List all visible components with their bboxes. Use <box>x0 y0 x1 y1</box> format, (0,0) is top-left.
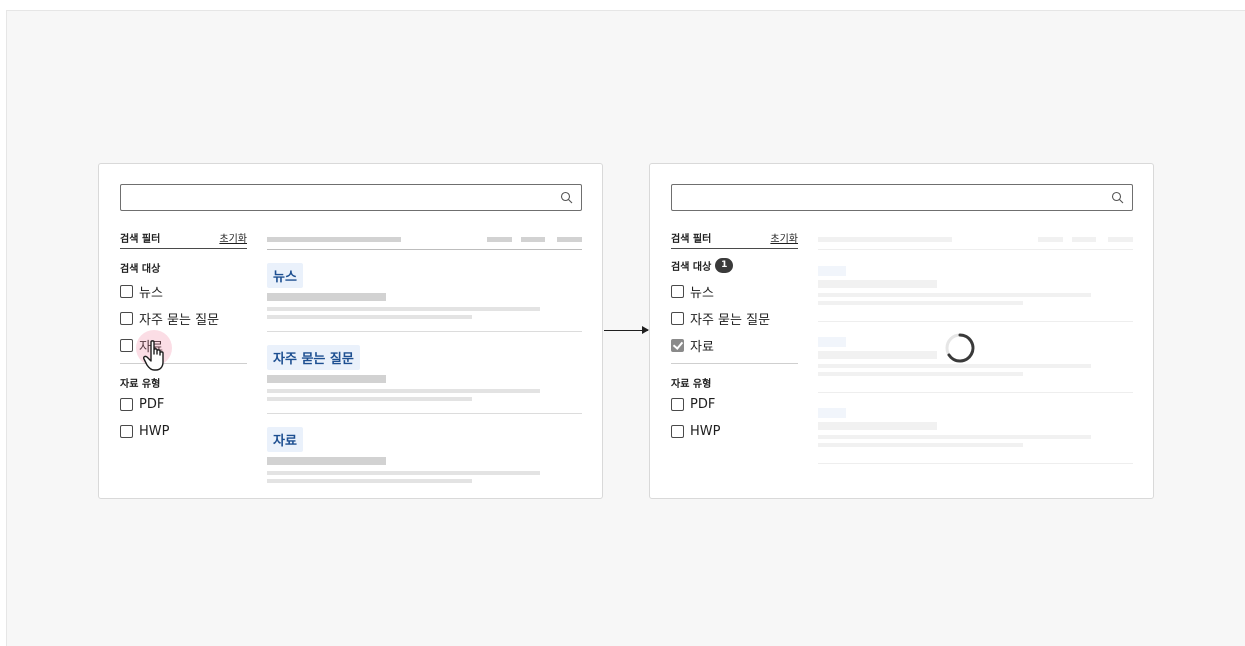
placeholder-bar <box>267 389 540 393</box>
placeholder-bar <box>267 375 386 383</box>
loading-spinner-icon <box>945 333 975 363</box>
checkbox-pdf[interactable]: PDF <box>120 397 164 412</box>
checkbox-box[interactable] <box>120 312 133 325</box>
placeholder-bar <box>267 479 472 483</box>
placeholder-bar <box>818 364 1091 368</box>
placeholder-bar <box>1038 237 1063 242</box>
type-group-label: 자료 유형 <box>671 379 712 390</box>
search-icon[interactable] <box>560 191 573 204</box>
placeholder-bar <box>267 315 472 319</box>
result-divider <box>267 331 582 332</box>
checkbox-box[interactable] <box>671 398 684 411</box>
checkbox-hwp[interactable]: HWP <box>671 424 720 439</box>
checkbox-box[interactable] <box>120 339 133 352</box>
filter-divider <box>120 363 247 364</box>
result-divider <box>818 392 1133 393</box>
target-group-label: 검색 대상 <box>120 264 161 275</box>
target-group-label: 검색 대상 1 <box>671 258 734 273</box>
checkbox-pdf[interactable]: PDF <box>671 397 715 412</box>
checkbox-box[interactable] <box>120 425 133 438</box>
checkbox-faq[interactable]: 자주 묻는 질문 <box>120 309 219 328</box>
type-group-label: 자료 유형 <box>120 379 161 390</box>
placeholder-bar <box>267 237 401 242</box>
placeholder-bar <box>818 237 952 242</box>
reset-link[interactable]: 초기화 <box>770 230 798 245</box>
checkbox-box[interactable] <box>671 312 684 325</box>
filter-sidebar: 검색 필터 초기화 검색 대상 뉴스 자주 묻는 질문 자료 자료 유형 PDF… <box>120 230 247 439</box>
result-divider <box>267 413 582 414</box>
search-input[interactable] <box>120 184 582 211</box>
checkbox-materials[interactable]: 자료 <box>671 336 714 355</box>
filter-title: 검색 필터 <box>120 234 161 245</box>
placeholder-bar <box>818 372 1023 376</box>
checkbox-news[interactable]: 뉴스 <box>120 282 163 301</box>
filter-divider <box>671 363 798 364</box>
placeholder-bar <box>818 280 937 288</box>
placeholder-bar <box>267 397 472 401</box>
placeholder-chip <box>818 408 846 418</box>
result-divider <box>818 463 1133 464</box>
checkbox-hwp[interactable]: HWP <box>120 424 169 439</box>
filter-header: 검색 필터 초기화 <box>120 230 247 249</box>
placeholder-chip <box>818 337 846 347</box>
placeholder-bar <box>521 237 545 242</box>
placeholder-bar <box>1072 237 1096 242</box>
result-category-faq[interactable]: 자주 묻는 질문 <box>267 345 360 370</box>
results-header-line <box>818 249 1133 250</box>
hand-pointer-icon <box>143 340 164 371</box>
placeholder-bar <box>818 351 937 359</box>
placeholder-bar <box>818 422 937 430</box>
filter-header: 검색 필터 초기화 <box>671 230 798 249</box>
placeholder-bar <box>1108 237 1133 242</box>
checkbox-box-checked[interactable] <box>671 339 684 352</box>
filter-sidebar: 검색 필터 초기화 검색 대상 1 뉴스 자주 묻는 질문 자료 자료 유형 P… <box>671 230 798 439</box>
placeholder-bar <box>267 307 540 311</box>
result-category-materials[interactable]: 자료 <box>267 427 303 452</box>
result-category-news[interactable]: 뉴스 <box>267 263 303 288</box>
result-divider <box>818 321 1133 322</box>
checkbox-news[interactable]: 뉴스 <box>671 282 714 301</box>
checkbox-box[interactable] <box>120 398 133 411</box>
placeholder-bar <box>818 293 1091 297</box>
reset-link[interactable]: 초기화 <box>219 230 247 245</box>
placeholder-bar <box>487 237 512 242</box>
search-input[interactable] <box>671 184 1133 211</box>
checkbox-faq[interactable]: 자주 묻는 질문 <box>671 309 770 328</box>
placeholder-bar <box>267 293 386 301</box>
placeholder-bar <box>818 435 1091 439</box>
placeholder-bar <box>557 237 582 242</box>
placeholder-bar <box>267 471 540 475</box>
placeholder-bar <box>267 457 386 465</box>
checkbox-box[interactable] <box>120 285 133 298</box>
checkbox-box[interactable] <box>671 285 684 298</box>
placeholder-bar <box>818 443 1023 447</box>
selected-count-badge: 1 <box>715 258 734 273</box>
placeholder-chip <box>818 266 846 276</box>
search-panel-before: 검색 필터 초기화 검색 대상 뉴스 자주 묻는 질문 자료 자료 유형 PDF… <box>98 163 603 499</box>
search-panel-after: 검색 필터 초기화 검색 대상 1 뉴스 자주 묻는 질문 자료 자료 유형 P… <box>649 163 1154 499</box>
placeholder-bar <box>818 301 1023 305</box>
results-header-line <box>267 249 582 250</box>
filter-title: 검색 필터 <box>671 234 712 245</box>
checkbox-box[interactable] <box>671 425 684 438</box>
arrow-right-icon <box>604 326 649 334</box>
search-icon[interactable] <box>1111 191 1124 204</box>
